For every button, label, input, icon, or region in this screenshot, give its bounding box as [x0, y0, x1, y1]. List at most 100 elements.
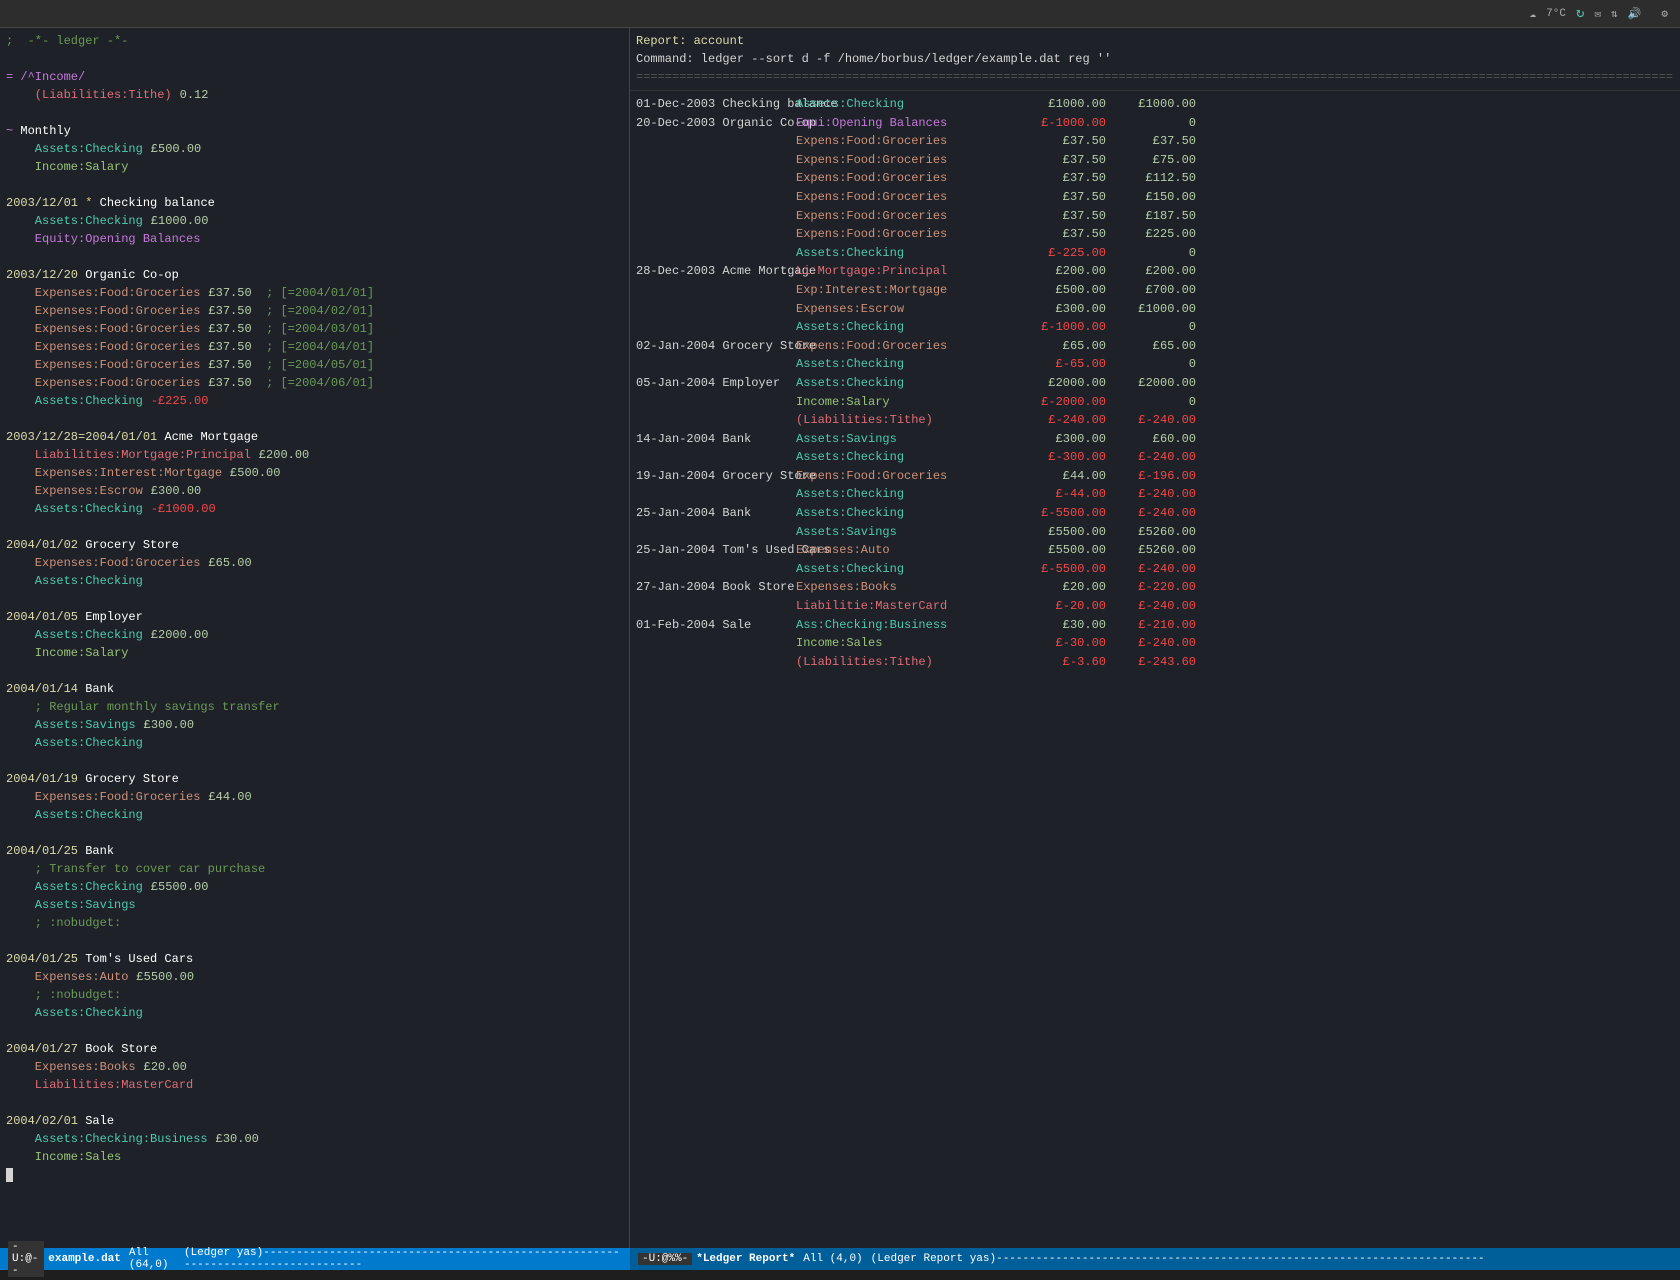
report-row: 05-Jan-2004 EmployerAssets:Checking£2000…	[636, 374, 1674, 393]
left-line-54: Assets:Checking	[6, 1004, 623, 1022]
right-mode2: (Ledger Report yas)---------------------…	[871, 1253, 1485, 1265]
report-row: (Liabilities:Tithe)£-240.00£-240.00	[636, 411, 1674, 430]
report-row: Assets:Checking£-225.000	[636, 244, 1674, 263]
right-mode: -U:@%%-	[638, 1253, 692, 1265]
report-row: 19-Jan-2004 Grocery StoreExpens:Food:Gro…	[636, 467, 1674, 486]
left-line-52: Expenses:Auto£5500.00	[6, 968, 623, 986]
report-table: 01-Dec-2003 Checking balanceAssets:Check…	[630, 91, 1680, 675]
report-row: Expens:Food:Groceries£37.50£112.50	[636, 169, 1674, 188]
left-line-51: 2004/01/25 Tom's Used Cars	[6, 950, 623, 968]
left-line-13: 2003/12/20 Organic Co-op	[6, 266, 623, 284]
left-line-39: Assets:Checking	[6, 734, 623, 752]
mail-icon[interactable]: ✉	[1594, 7, 1601, 21]
right-fileinfo: All (4,0)	[803, 1253, 862, 1265]
report-row: 28-Dec-2003 Acme MortgageLi:Mortgage:Pri…	[636, 262, 1674, 281]
left-line-10: Assets:Checking£1000.00	[6, 212, 623, 230]
title-bar: ☁ 7°C ↻ ✉ ⇅ 🔊 ⚙	[0, 0, 1680, 28]
report-command: Command: ledger --sort d -f /home/borbus…	[636, 50, 1674, 68]
right-pane: Report: account Command: ledger --sort d…	[630, 28, 1680, 1248]
left-line-16: Expenses:Food:Groceries£37.50 ; [=2004/0…	[6, 320, 623, 338]
weather-icon: ☁	[1530, 7, 1537, 21]
left-line-33: Assets:Checking£2000.00	[6, 626, 623, 644]
right-status-bar: -U:@%%- *Ledger Report* All (4,0) (Ledge…	[630, 1248, 1680, 1270]
refresh-icon[interactable]: ↻	[1576, 5, 1584, 22]
left-mode2: (Ledger yas)----------------------------…	[184, 1247, 622, 1271]
left-line-44	[6, 824, 623, 842]
left-line-46: ; Transfer to cover car purchase	[6, 860, 623, 878]
speaker-icon[interactable]: 🔊	[1628, 7, 1642, 21]
left-line-61: Assets:Checking:Business£30.00	[6, 1130, 623, 1148]
left-line-3: (Liabilities:Tithe)0.12	[6, 86, 623, 104]
left-line-9: 2003/12/01 * Checking balance	[6, 194, 623, 212]
left-line-40	[6, 752, 623, 770]
left-line-14: Expenses:Food:Groceries£37.50 ; [=2004/0…	[6, 284, 623, 302]
left-line-31	[6, 590, 623, 608]
left-line-6: Assets:Checking£500.00	[6, 140, 623, 158]
report-row: 01-Dec-2003 Checking balanceAssets:Check…	[636, 95, 1674, 114]
report-divider: ========================================…	[636, 68, 1674, 86]
left-line-0: ; -*- ledger -*-	[6, 32, 623, 50]
left-line-49: ; :nobudget:	[6, 914, 623, 932]
left-line-45: 2004/01/25 Bank	[6, 842, 623, 860]
left-line-60: 2004/02/01 Sale	[6, 1112, 623, 1130]
report-row: 14-Jan-2004 BankAssets:Savings£300.00£60…	[636, 430, 1674, 449]
left-line-56: 2004/01/27 Book Store	[6, 1040, 623, 1058]
left-line-17: Expenses:Food:Groceries£37.50 ; [=2004/0…	[6, 338, 623, 356]
report-row: 01-Feb-2004 SaleAss:Checking:Business£30…	[636, 616, 1674, 635]
left-line-59	[6, 1094, 623, 1112]
left-line-1	[6, 50, 623, 68]
report-row: Income:Salary£-2000.000	[636, 393, 1674, 412]
left-line-48: Assets:Savings	[6, 896, 623, 914]
left-line-38: Assets:Savings£300.00	[6, 716, 623, 734]
report-row: Expens:Food:Groceries£37.50£225.00	[636, 225, 1674, 244]
left-line-18: Expenses:Food:Groceries£37.50 ; [=2004/0…	[6, 356, 623, 374]
left-line-47: Assets:Checking£5500.00	[6, 878, 623, 896]
left-filename: example.dat	[48, 1253, 121, 1265]
right-filename: *Ledger Report*	[696, 1253, 795, 1265]
left-line-29: Expenses:Food:Groceries£65.00	[6, 554, 623, 572]
left-line-5: ~ Monthly	[6, 122, 623, 140]
report-row: 20-Dec-2003 Organic Co-opEqui:Opening Ba…	[636, 114, 1674, 133]
left-line-8	[6, 176, 623, 194]
left-line-58: Liabilities:MasterCard	[6, 1076, 623, 1094]
left-line-20: Assets:Checking-£225.00	[6, 392, 623, 410]
settings-icon[interactable]: ⚙	[1661, 7, 1668, 21]
left-line-25: Expenses:Escrow£300.00	[6, 482, 623, 500]
left-line-19: Expenses:Food:Groceries£37.50 ; [=2004/0…	[6, 374, 623, 392]
report-row: Expenses:Escrow£300.00£1000.00	[636, 300, 1674, 319]
left-line-28: 2004/01/02 Grocery Store	[6, 536, 623, 554]
weather-temp: 7°C	[1546, 8, 1566, 20]
report-row: Expens:Food:Groceries£37.50£150.00	[636, 188, 1674, 207]
left-pane-content: ; -*- ledger -*- = /^Income/ (Liabilitie…	[0, 28, 629, 1248]
network-icon: ⇅	[1611, 7, 1618, 21]
report-row: Assets:Checking£-300.00£-240.00	[636, 448, 1674, 467]
report-row: Expens:Food:Groceries£37.50£75.00	[636, 151, 1674, 170]
report-row: 27-Jan-2004 Book StoreExpenses:Books£20.…	[636, 578, 1674, 597]
left-line-37: ; Regular monthly savings transfer	[6, 698, 623, 716]
left-line-41: 2004/01/19 Grocery Store	[6, 770, 623, 788]
left-line-35	[6, 662, 623, 680]
left-status-bar: -U:@-- example.dat All (64,0) (Ledger ya…	[0, 1248, 630, 1270]
left-line-57: Expenses:Books£20.00	[6, 1058, 623, 1076]
report-row: Assets:Checking£-65.000	[636, 355, 1674, 374]
left-line-22: 2003/12/28=2004/01/01 Acme Mortgage	[6, 428, 623, 446]
left-line-34: Income:Salary	[6, 644, 623, 662]
left-line-7: Income:Salary	[6, 158, 623, 176]
left-mode: -U:@--	[8, 1241, 44, 1277]
left-line-43: Assets:Checking	[6, 806, 623, 824]
title-bar-right: ☁ 7°C ↻ ✉ ⇅ 🔊 ⚙	[1530, 5, 1668, 22]
report-row: Assets:Checking£-1000.000	[636, 318, 1674, 337]
left-pane: ; -*- ledger -*- = /^Income/ (Liabilitie…	[0, 28, 630, 1248]
left-line-32: 2004/01/05 Employer	[6, 608, 623, 626]
report-row: Exp:Interest:Mortgage£500.00£700.00	[636, 281, 1674, 300]
report-row: (Liabilities:Tithe)£-3.60£-243.60	[636, 653, 1674, 672]
report-row: 25-Jan-2004 BankAssets:Checking£-5500.00…	[636, 504, 1674, 523]
report-row: Expens:Food:Groceries£37.50£187.50	[636, 207, 1674, 226]
left-line-21	[6, 410, 623, 428]
left-line-12	[6, 248, 623, 266]
left-line-24: Expenses:Interest:Mortgage£500.00	[6, 464, 623, 482]
left-line-55	[6, 1022, 623, 1040]
left-line-42: Expenses:Food:Groceries£44.00	[6, 788, 623, 806]
main-container: ; -*- ledger -*- = /^Income/ (Liabilitie…	[0, 28, 1680, 1248]
report-row: Income:Sales£-30.00£-240.00	[636, 634, 1674, 653]
